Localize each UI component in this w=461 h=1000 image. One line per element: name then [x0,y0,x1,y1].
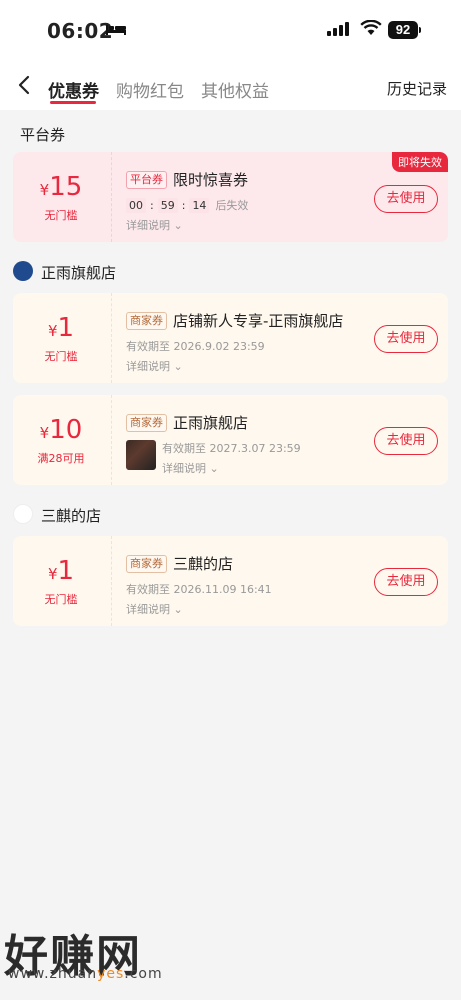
section-title-platform: 平台券 [20,126,66,144]
coupon-title: 正雨旗舰店 [173,414,249,432]
product-thumbnail[interactable] [126,440,156,470]
coupon-type-badge: 商家券 [126,413,167,432]
coupon-condition: 无门槛 [44,350,78,363]
sleep-icon [106,25,126,35]
chevron-down-icon: ⌄ [173,603,183,616]
coupon-condition: 满28可用 [37,452,85,465]
wifi-icon [360,20,382,35]
status-bar: 06:02 92 [0,0,461,60]
coupon-amount: ¥10 [39,415,83,445]
coupon-title: 店铺新人专享-正雨旗舰店 [173,312,344,330]
detail-toggle[interactable]: 详细说明 ⌄ [126,217,183,233]
coupon-card-platform: ¥15 无门槛 平台券 限时惊喜券 00: 59: 14 后失效 详细说明 ⌄ … [13,152,448,242]
detail-toggle[interactable]: 详细说明 ⌄ [126,358,183,374]
coupon-value-panel: ¥15 无门槛 [13,152,109,242]
use-coupon-button[interactable]: 去使用 [374,185,438,213]
coupon-type-badge: 商家券 [126,554,167,573]
signal-icon [327,22,349,36]
back-arrow-icon[interactable] [14,74,36,96]
use-coupon-button[interactable]: 去使用 [374,427,438,455]
coupon-info-panel: 平台券 限时惊喜券 00: 59: 14 后失效 详细说明 ⌄ 即将失效 去使用 [111,152,448,242]
coupon-expiry: 有效期至 2026.9.02 23:59 [126,340,265,353]
use-coupon-button[interactable]: 去使用 [374,325,438,353]
coupon-amount: ¥1 [47,556,75,586]
coupon-type-badge: 平台券 [126,170,167,189]
coupon-title: 限时惊喜券 [173,171,249,189]
watermark-url: www.zhuanyes.com [8,966,163,982]
coupon-card-shop-threshold: ¥10 满28可用 商家券 正雨旗舰店 有效期至 2027.3.07 23:59… [13,395,448,485]
coupon-expiry: 有效期至 2026.11.09 16:41 [126,583,272,596]
detail-toggle[interactable]: 详细说明 ⌄ [126,601,183,617]
coupon-card-shop2: ¥1 无门槛 商家券 三麒的店 有效期至 2026.11.09 16:41 详细… [13,536,448,626]
tab-red-packets[interactable]: 购物红包 [116,77,184,102]
chevron-down-icon: ⌄ [173,219,183,232]
chevron-down-icon: ⌄ [173,360,183,373]
battery-tip [419,27,421,33]
coupon-condition: 无门槛 [44,593,78,606]
shop-logo[interactable] [13,504,33,524]
shop-logo[interactable] [13,261,33,281]
coupon-expiry: 有效期至 2027.3.07 23:59 [162,442,301,455]
coupon-card-shop-newuser: ¥1 无门槛 商家券 店铺新人专享-正雨旗舰店 有效期至 2026.9.02 2… [13,293,448,383]
shop-name[interactable]: 三麒的店 [41,505,101,526]
tab-coupons[interactable]: 优惠券 [48,77,99,102]
tab-other-benefits[interactable]: 其他权益 [201,77,269,102]
battery-indicator: 92 [388,21,418,39]
history-link[interactable]: 历史记录 [387,78,447,99]
coupon-type-badge: 商家券 [126,311,167,330]
countdown-timer: 00: 59: 14 后失效 [126,197,248,213]
coupon-title: 三麒的店 [173,555,234,573]
active-tab-indicator [50,101,96,104]
coupon-amount: ¥15 [39,172,83,202]
chevron-down-icon: ⌄ [209,462,219,475]
coupon-condition: 无门槛 [44,209,78,222]
use-coupon-button[interactable]: 去使用 [374,568,438,596]
coupon-amount: ¥1 [47,313,75,343]
status-time: 06:02 [47,19,114,43]
detail-toggle[interactable]: 详细说明 ⌄ [162,460,219,476]
shop-name[interactable]: 正雨旗舰店 [41,262,116,283]
expiring-soon-flag: 即将失效 [392,152,448,172]
nav-bar: 优惠券 购物红包 其他权益 历史记录 [0,60,461,110]
